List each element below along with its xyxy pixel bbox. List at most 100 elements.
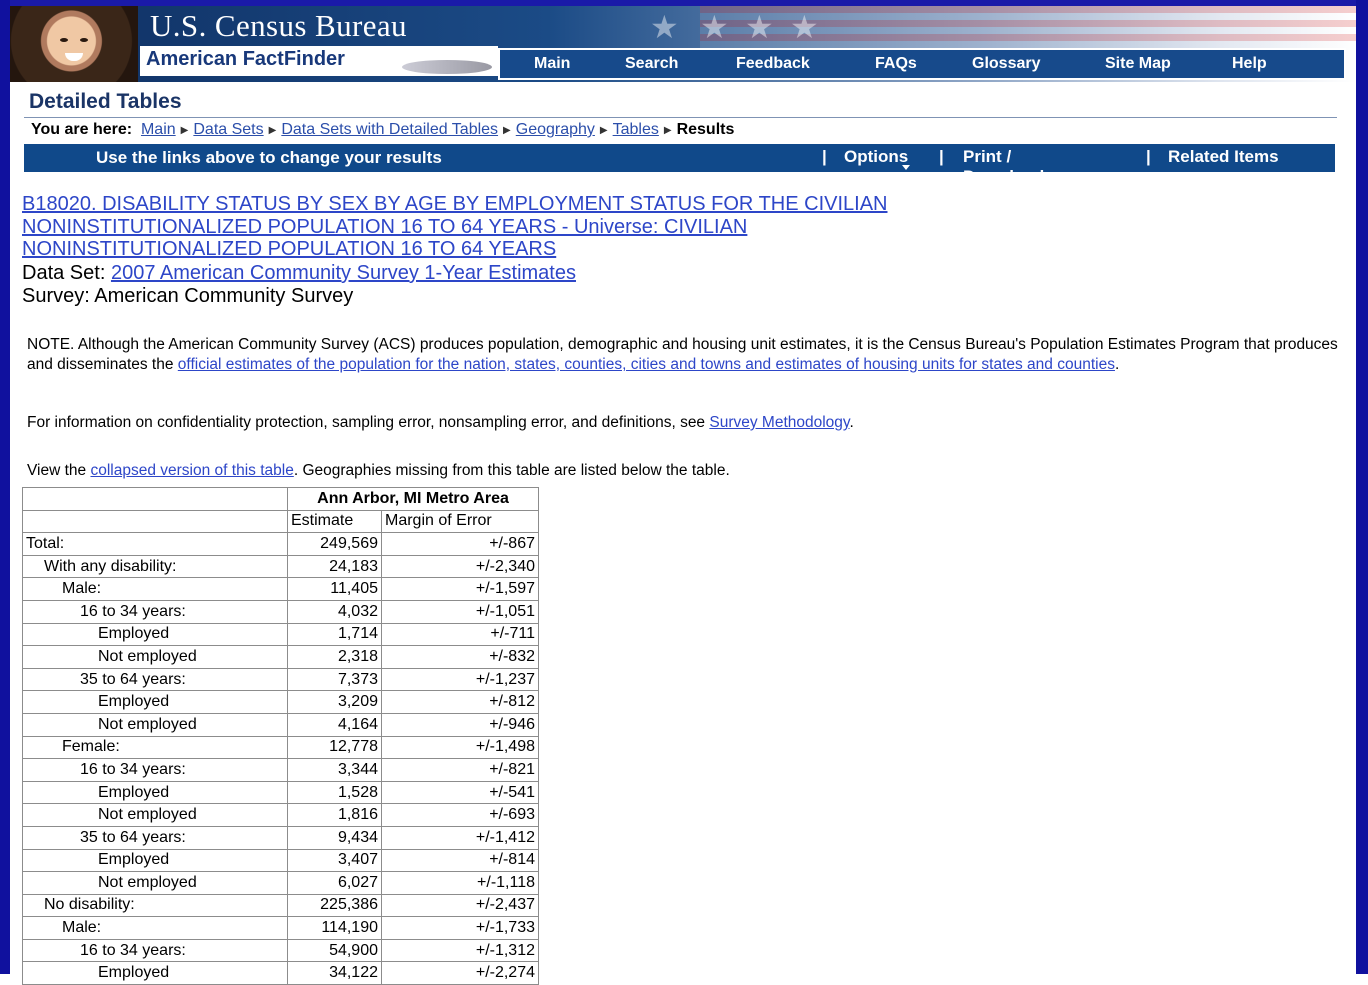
table-row: Not employed 2,318 +/-832 <box>22 645 539 669</box>
table-row: 35 to 64 years: 9,434 +/-1,412 <box>22 825 539 850</box>
breadcrumb-geography[interactable]: Geography <box>516 121 595 138</box>
table-row: Employed 1,528 +/-541 <box>22 780 539 805</box>
separator: | <box>1146 147 1151 166</box>
row-label: 16 to 34 years: <box>22 758 288 782</box>
estimate-cell: 12,778 <box>287 735 382 760</box>
row-label: Employed <box>22 848 288 873</box>
nav-site-map[interactable]: Site Map <box>1105 55 1171 73</box>
dataset-label: Data Set: <box>22 262 106 284</box>
table-row: No disability: 225,386 +/-2,437 <box>22 893 539 918</box>
row-label: Female: <box>22 735 288 760</box>
official-estimates-link[interactable]: official estimates of the population for… <box>178 356 1115 373</box>
census-bureau-title[interactable]: U.S. Census Bureau <box>150 8 407 44</box>
table-title-line: NONINSTITUTIONALIZED POPULATION 16 TO 64… <box>22 238 557 261</box>
table-title-line: NONINSTITUTIONALIZED POPULATION 16 TO 64… <box>22 215 748 238</box>
row-label: Employed <box>22 961 288 985</box>
moe-cell: +/-1,498 <box>381 735 539 760</box>
moe-cell: +/-1,733 <box>381 916 539 940</box>
nav-feedback[interactable]: Feedback <box>736 55 810 73</box>
breadcrumb-prefix: You are here: <box>31 121 133 138</box>
row-label: 16 to 34 years: <box>22 599 288 624</box>
nav-glossary[interactable]: Glossary <box>972 55 1040 73</box>
triangle-right-icon: ▶ <box>268 125 277 136</box>
row-label: With any disability: <box>22 554 288 579</box>
info-text: For information on confidentiality prote… <box>27 414 710 431</box>
info-paragraph: For information on confidentiality prote… <box>27 414 854 432</box>
caret-down-icon <box>982 185 991 190</box>
row-label: Employed <box>22 622 288 647</box>
table-row: Not employed 4,164 +/-946 <box>22 712 539 737</box>
options-bar-message: Use the links above to change your resul… <box>96 148 442 167</box>
moe-header: Margin of Error <box>381 509 539 534</box>
header-corner <box>22 487 288 511</box>
moe-cell: +/-2,340 <box>381 554 539 579</box>
star-icon: ★ <box>790 8 819 46</box>
breadcrumb-current: Results <box>676 121 735 138</box>
row-label: Not employed <box>22 803 288 827</box>
options-menu[interactable]: Options <box>844 147 911 170</box>
row-label: Male: <box>22 577 288 601</box>
table-row: Employed 3,407 +/-814 <box>22 848 539 873</box>
nav-search[interactable]: Search <box>625 55 678 73</box>
note-end: . <box>1114 356 1120 373</box>
row-label: 35 to 64 years: <box>22 667 288 692</box>
row-label: Not employed <box>22 871 288 895</box>
caret-down-icon <box>902 165 911 170</box>
moe-cell: +/-1,412 <box>381 825 539 850</box>
header-corner <box>22 509 288 534</box>
table-row: Employed 1,714 +/-711 <box>22 622 539 647</box>
breadcrumb: You are here: Main ▶ Data Sets ▶ Data Sets w… <box>31 121 734 139</box>
star-icon: ★ <box>745 8 774 46</box>
moe-cell: +/-1,051 <box>381 599 539 624</box>
breadcrumb-data-sets[interactable]: Data Sets <box>193 121 263 138</box>
survey-line: Survey: American Community Survey <box>22 285 354 307</box>
logo-swoosh <box>402 60 492 74</box>
page-title: Detailed Tables <box>29 90 182 113</box>
geography-header: Ann Arbor, MI Metro Area <box>287 487 539 511</box>
row-label: 16 to 34 years: <box>22 938 288 963</box>
table-title-link[interactable]: B18020. DISABILITY STATUS BY SEX BY AGE … <box>22 193 1122 261</box>
triangle-right-icon: ▶ <box>180 125 189 136</box>
table-row: Employed 34,122 +/-2,274 <box>22 961 539 985</box>
related-items-menu[interactable]: Related Items <box>1168 147 1279 167</box>
table-row: Male: 114,190 +/-1,733 <box>22 916 539 940</box>
header-photo <box>10 6 138 82</box>
breadcrumb-detailed-tables[interactable]: Data Sets with Detailed Tables <box>281 121 498 138</box>
breadcrumb-main[interactable]: Main <box>141 121 176 138</box>
triangle-right-icon: ▶ <box>503 125 511 136</box>
survey-methodology-link[interactable]: Survey Methodology <box>709 414 849 431</box>
moe-cell: +/-812 <box>381 690 539 714</box>
print-download-label: Print / Download <box>963 147 1045 186</box>
star-icon: ★ <box>700 8 729 46</box>
estimate-cell: 2,318 <box>287 645 382 669</box>
print-download-menu[interactable]: Print / Download <box>963 147 1044 190</box>
estimate-cell: 4,032 <box>287 599 382 624</box>
moe-cell: +/-1,597 <box>381 577 539 601</box>
moe-cell: +/-2,274 <box>381 961 539 985</box>
estimate-cell: 34,122 <box>287 961 382 985</box>
factfinder-logo[interactable]: American FactFinder <box>140 46 498 76</box>
options-label: Options <box>844 147 909 166</box>
row-label: Employed <box>22 690 288 714</box>
view-paragraph: View the collapsed version of this table… <box>27 462 730 480</box>
estimate-cell: 6,027 <box>287 871 382 895</box>
moe-cell: +/-1,312 <box>381 938 539 963</box>
row-label: Total: <box>22 532 288 556</box>
nav-faqs[interactable]: FAQs <box>875 55 917 73</box>
table-header-row: Ann Arbor, MI Metro Area <box>22 487 539 511</box>
dataset-link[interactable]: 2007 American Community Survey 1-Year Es… <box>111 262 576 284</box>
breadcrumb-tables[interactable]: Tables <box>613 121 659 138</box>
main-nav: Main Search Feedback FAQs Glossary Site … <box>498 48 1346 80</box>
estimate-cell: 114,190 <box>287 916 382 940</box>
view-text: View the <box>27 462 91 479</box>
estimate-cell: 54,900 <box>287 938 382 963</box>
estimate-cell: 3,344 <box>287 758 382 782</box>
nav-main[interactable]: Main <box>534 55 570 73</box>
estimate-cell: 3,209 <box>287 690 382 714</box>
nav-help[interactable]: Help <box>1232 55 1267 73</box>
row-label: Male: <box>22 916 288 940</box>
triangle-right-icon: ▶ <box>599 125 608 136</box>
collapsed-version-link[interactable]: collapsed version of this table <box>90 462 293 479</box>
table-subheader-row: Estimate Margin of Error <box>22 509 539 534</box>
estimate-cell: 225,386 <box>287 893 382 918</box>
